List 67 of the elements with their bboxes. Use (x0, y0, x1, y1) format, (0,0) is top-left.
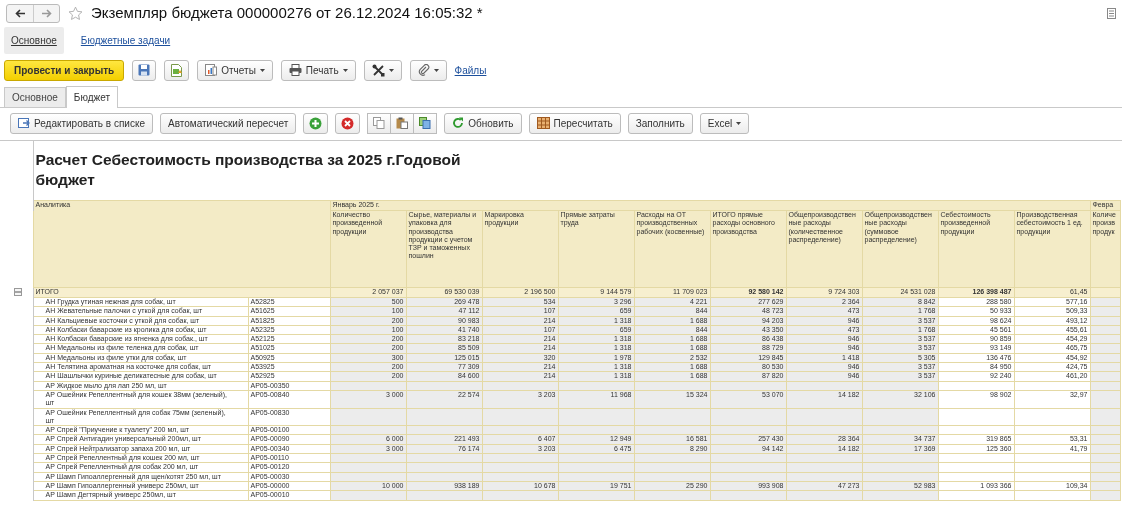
files-link[interactable]: Файлы (454, 62, 487, 78)
table-cell (1090, 316, 1120, 326)
save-icon (138, 64, 151, 76)
arrow-right-icon (41, 8, 52, 18)
form-tab[interactable]: Бюджет (65, 86, 118, 108)
copy-icon (419, 117, 432, 129)
grid-icon (536, 117, 550, 129)
attachments-button[interactable] (409, 59, 447, 81)
copy-button[interactable] (414, 112, 438, 134)
refresh-button[interactable]: Обновить (444, 112, 522, 134)
caret-icon (342, 68, 348, 72)
table-cell (1090, 481, 1120, 491)
edit-list-icon (18, 117, 30, 129)
document-icon (170, 63, 184, 77)
tools-button[interactable] (363, 59, 402, 81)
star-icon[interactable] (68, 5, 83, 21)
table-cell (1090, 362, 1120, 372)
table-cell (1090, 371, 1120, 382)
section-tab[interactable]: Основное (4, 26, 64, 54)
report-title: Расчет Себестоимость производства за 2025 г.Годовой бюджет (35, 150, 462, 190)
add-button[interactable] (303, 112, 329, 134)
caret-icon (388, 68, 394, 72)
table-cell (1090, 381, 1120, 391)
delete-button[interactable] (335, 112, 361, 134)
print-button[interactable]: Печать (280, 59, 356, 81)
copy-icon (373, 117, 386, 129)
paste-icon (396, 117, 409, 129)
form-tab[interactable]: Основное (4, 87, 66, 107)
table-cell (1090, 462, 1120, 473)
table-cell (1090, 334, 1120, 344)
refresh-icon (452, 117, 465, 129)
table-cell (1090, 453, 1120, 463)
caret-icon (259, 68, 265, 72)
table-cell (1090, 434, 1120, 445)
table-cell (1090, 287, 1120, 298)
table-cell (1090, 325, 1120, 335)
caret-icon (433, 68, 439, 72)
copy-button[interactable] (367, 112, 392, 134)
edit-in-list-button[interactable]: Редактировать в списке (10, 112, 153, 134)
delete-icon (341, 116, 355, 130)
auto-recalc-button[interactable]: Автоматический пересчет (160, 112, 297, 134)
collapse-toggle[interactable] (14, 287, 22, 296)
add-icon (309, 116, 323, 130)
excel-button[interactable]: Excel (699, 112, 750, 134)
reports-button[interactable]: Отчеты (197, 59, 273, 81)
document-button[interactable] (164, 59, 190, 81)
section-tab[interactable]: Бюджетные задачи (73, 26, 178, 54)
table-cell (1090, 425, 1120, 435)
menu-icon[interactable] (1107, 7, 1116, 19)
table-cell (1090, 306, 1120, 317)
recalculate-button[interactable]: Пересчитать (528, 112, 621, 134)
paste-button[interactable] (391, 112, 415, 134)
table-cell (1090, 444, 1120, 454)
paperclip-icon (417, 64, 430, 76)
arrow-left-icon (14, 8, 26, 18)
save-button[interactable] (132, 59, 157, 81)
report-icon (205, 64, 218, 76)
fill-button[interactable]: Заполнить (627, 112, 693, 134)
window-title: Экземпляр бюджета 000000276 от 26.12.2024 16:05:32 * (91, 2, 483, 23)
caret-icon (736, 121, 742, 125)
table-cell (1090, 297, 1120, 307)
post-and-close-button[interactable]: Провести и закрыть (4, 59, 125, 81)
table-cell (1090, 344, 1120, 354)
table-cell (1090, 490, 1120, 501)
table-cell (1090, 472, 1120, 482)
table-cell (1090, 353, 1120, 363)
printer-icon (288, 64, 302, 76)
